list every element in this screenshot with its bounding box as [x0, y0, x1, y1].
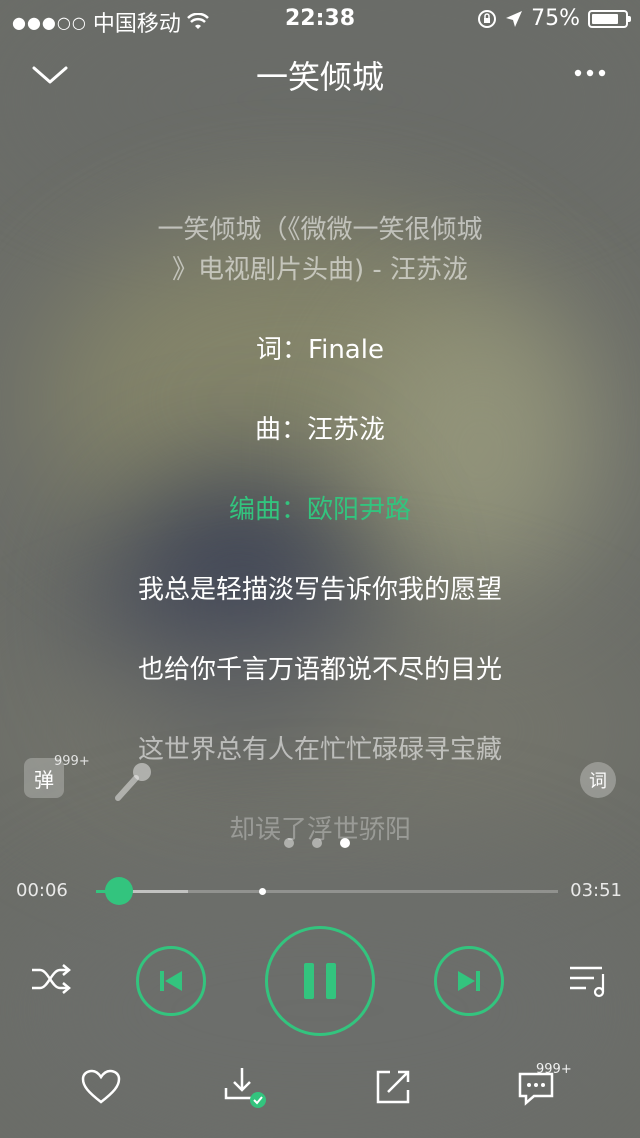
- lyric-heading-line: 》电视剧片头曲) - 汪苏泷: [171, 255, 469, 285]
- playback-controls: [0, 926, 640, 1036]
- lyric-search-label: 词: [589, 771, 607, 792]
- progress-bar: 00:06 03:51: [0, 876, 640, 908]
- heart-icon[interactable]: [78, 1064, 124, 1110]
- lyric-heading-line: 一笑倾城（《微微一笑很倾城: [157, 215, 483, 245]
- elapsed-time: 00:06: [16, 880, 68, 901]
- previous-icon: [160, 971, 182, 991]
- lyric-line: 这世界总有人在忙忙碌碌寻宝藏: [137, 735, 502, 765]
- lyrics-view[interactable]: 一笑倾城（《微微一笑很倾城 》电视剧片头曲) - 汪苏泷 词：Finale 曲：…: [0, 210, 640, 890]
- battery-icon: [588, 9, 631, 28]
- track-marker: [259, 888, 267, 895]
- danmu-label: 弹: [34, 767, 54, 792]
- status-bar: ●●●○○ 中国移动 22:38 75%: [0, 0, 640, 40]
- location-icon: [506, 10, 523, 27]
- seek-track[interactable]: [96, 877, 558, 905]
- next-icon: [458, 971, 480, 991]
- page-dot[interactable]: [312, 838, 322, 848]
- song-title: 一笑倾城: [255, 58, 384, 96]
- duration-time: 03:51: [570, 880, 622, 901]
- share-icon[interactable]: [370, 1064, 416, 1110]
- page-dot-active[interactable]: [340, 838, 350, 848]
- danmu-count-badge: 999+: [54, 754, 90, 769]
- microphone-icon[interactable]: [112, 760, 156, 804]
- lyric-line: 曲：汪苏泷: [254, 415, 385, 445]
- rotation-lock-icon: [478, 9, 497, 28]
- lyric-line: 词：Finale: [256, 335, 384, 365]
- battery-percent: 75%: [531, 6, 580, 31]
- page-dot[interactable]: [284, 838, 294, 848]
- page-indicator: [284, 838, 350, 848]
- title-bar: 一笑倾城: [0, 46, 640, 106]
- previous-button[interactable]: [136, 946, 206, 1016]
- lyric-line-active: 编曲：欧阳尹路: [228, 495, 411, 525]
- download-icon[interactable]: [222, 1064, 268, 1110]
- seek-knob[interactable]: [105, 877, 134, 905]
- lyric-line: 我总是轻描淡写告诉你我的愿望: [137, 575, 502, 605]
- shuffle-icon[interactable]: [30, 962, 72, 996]
- pause-icon: [304, 963, 336, 999]
- playlist-icon[interactable]: [568, 962, 610, 998]
- more-icon[interactable]: [570, 58, 610, 88]
- pause-button[interactable]: [265, 926, 375, 1036]
- comment-count-badge: 999+: [536, 1062, 572, 1077]
- lyric-search-button[interactable]: 词: [580, 762, 616, 798]
- next-button[interactable]: [434, 946, 504, 1016]
- lyric-line: 也给你千言万语都说不尽的目光: [137, 655, 502, 685]
